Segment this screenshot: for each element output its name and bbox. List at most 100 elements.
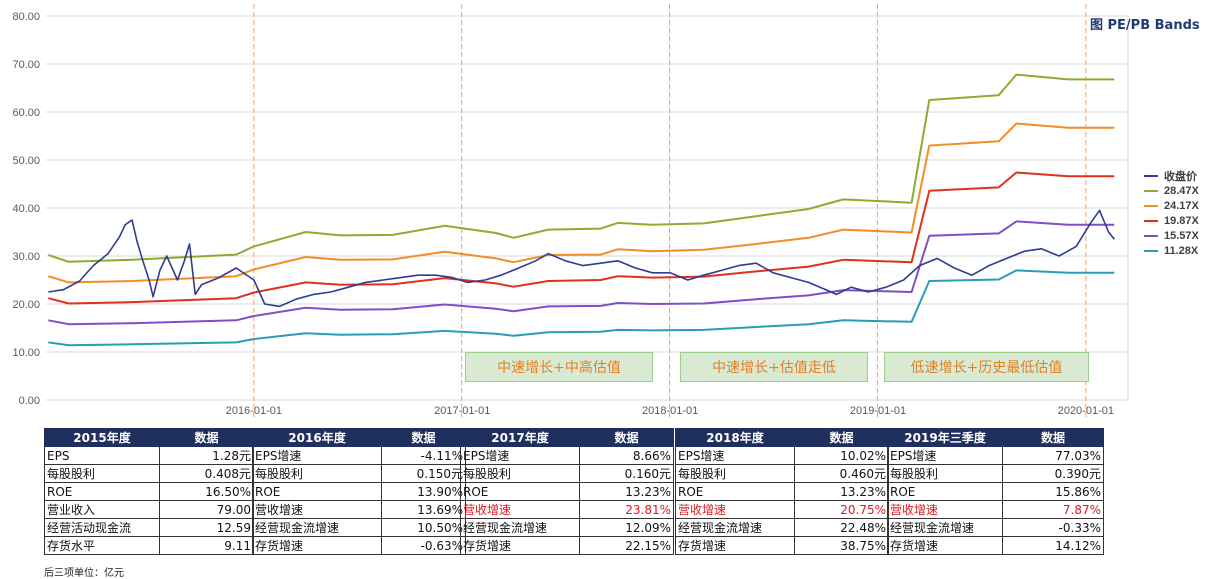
stats-table: 2017年度 数据 EPS增速 8.66% 每股股利 0.160元 ROE 13.23% 营收增…: [460, 428, 674, 555]
legend-label: 19.87X: [1164, 214, 1199, 227]
table-header-cell: 数据: [579, 428, 674, 447]
table-cell: 20.75%: [794, 500, 889, 519]
legend-label: 15.57X: [1164, 229, 1199, 242]
table-cell: 存货水平: [44, 536, 160, 555]
legend-item: 15.57X: [1144, 228, 1199, 243]
stats-table: 2015年度 数据 EPS 1.28元 每股股利 0.408元 ROE 16.50% 营业收入 7…: [44, 428, 254, 555]
table-cell: EPS增速: [887, 446, 1003, 465]
table-cell: 12.59: [159, 518, 254, 537]
table-row: 经营现金流增速 22.48%: [675, 518, 889, 537]
y-tick-label: 60.00: [12, 107, 40, 119]
table-header-cell: 数据: [159, 428, 254, 447]
y-tick-label: 30.00: [12, 251, 40, 263]
legend-label: 收盘价: [1164, 170, 1197, 183]
table-row: 经营现金流增速 12.09%: [460, 518, 674, 537]
series-lines: [47, 73, 1115, 347]
series-line: [47, 73, 1115, 263]
x-tick-label: 2016-01-01: [226, 405, 282, 417]
chart-legend: 收盘价 28.47X 24.17X 19.87X 15.57X 11.28X: [1144, 168, 1199, 258]
table-row: EPS增速 8.66%: [460, 446, 674, 465]
series-line: [48, 171, 1115, 305]
x-tick-label: 2020-01-01: [1058, 405, 1114, 417]
table-cell: ROE: [252, 482, 382, 501]
legend-swatch: [1144, 234, 1158, 237]
table-cell: -4.11%: [381, 446, 466, 465]
table-cell: 每股股利: [675, 464, 795, 483]
table-cell: 经营现金流增速: [252, 518, 382, 537]
stats-table: 2018年度 数据 EPS增速 10.02% 每股股利 0.460元 ROE 13.23% 营收…: [675, 428, 889, 555]
legend-swatch: [1144, 204, 1158, 207]
legend-swatch: [1144, 249, 1158, 252]
legend-item: 28.47X: [1144, 183, 1199, 198]
table-cell: 存货增速: [887, 536, 1003, 555]
y-axis-ticks: 0.00 10.00 20.00 30.00 40.00 50.00 60.00 70.00 8…: [12, 11, 40, 407]
table-cell: 22.15%: [579, 536, 674, 555]
phase-annotation-3: 低速增长+历史最低估值: [884, 352, 1089, 382]
table-row: 经营现金流增速 -0.33%: [887, 518, 1104, 537]
table-row: 每股股利 0.150元: [252, 464, 466, 483]
x-tick-label: 2019-01-01: [850, 405, 906, 417]
table-cell: 每股股利: [460, 464, 580, 483]
table-cell: 13.69%: [381, 500, 466, 519]
table-row: 每股股利 0.460元: [675, 464, 889, 483]
legend-item: 收盘价: [1144, 168, 1199, 183]
table-cell: 营收增速: [460, 500, 580, 519]
table-row: 存货增速 38.75%: [675, 536, 889, 555]
table-cell: 0.390元: [1002, 464, 1104, 483]
table-row: EPS增速 -4.11%: [252, 446, 466, 465]
table-cell: 7.87%: [1002, 500, 1104, 519]
table-cell: 营收增速: [252, 500, 382, 519]
table-row: ROE 13.23%: [460, 482, 674, 501]
table-cell: EPS: [44, 446, 160, 465]
y-tick-label: 40.00: [12, 203, 40, 215]
y-tick-label: 20.00: [12, 299, 40, 311]
table-cell: ROE: [675, 482, 795, 501]
table-header-cell: 2017年度: [460, 428, 580, 447]
table-cell: 14.12%: [1002, 536, 1104, 555]
table-cell: 营收增速: [887, 500, 1003, 519]
x-tick-label: 2017-01-01: [434, 405, 490, 417]
table-row: 营收增速 13.69%: [252, 500, 466, 519]
table-cell: 经营活动现金流: [44, 518, 160, 537]
table-cell: 77.03%: [1002, 446, 1104, 465]
table-cell: EPS增速: [675, 446, 795, 465]
table-cell: 0.408元: [159, 464, 254, 483]
legend-item: 24.17X: [1144, 198, 1199, 213]
table-cell: 每股股利: [252, 464, 382, 483]
legend-swatch: [1144, 219, 1158, 222]
legend-item: 19.87X: [1144, 213, 1199, 228]
table-cell: 15.86%: [1002, 482, 1104, 501]
series-line: [48, 122, 1115, 284]
table-row: 营业收入 79.00: [44, 500, 254, 519]
table-cell: 10.02%: [794, 446, 889, 465]
phase-annotation-2: 中速增长+估值走低: [680, 352, 868, 382]
table-header-cell: 2015年度: [44, 428, 160, 447]
legend-label: 11.28X: [1164, 244, 1199, 257]
table-row: ROE 16.50%: [44, 482, 254, 501]
table-cell: 12.09%: [579, 518, 674, 537]
table-cell: 每股股利: [887, 464, 1003, 483]
table-cell: 1.28元: [159, 446, 254, 465]
table-row: 每股股利 0.160元: [460, 464, 674, 483]
table-row: ROE 13.90%: [252, 482, 466, 501]
table-row: 每股股利 0.390元: [887, 464, 1104, 483]
table-cell: 13.23%: [794, 482, 889, 501]
unit-footnote: 后三项单位：亿元: [44, 568, 124, 579]
stats-table: 2019年三季度 数据 EPS增速 77.03% 每股股利 0.390元 ROE 15.86%…: [887, 428, 1104, 555]
table-cell: 0.150元: [381, 464, 466, 483]
table-cell: 营业收入: [44, 500, 160, 519]
table-row: EPS增速 77.03%: [887, 446, 1104, 465]
table-row: 存货增速 14.12%: [887, 536, 1104, 555]
y-tick-label: 50.00: [12, 155, 40, 167]
legend-swatch: [1144, 174, 1158, 177]
y-tick-label: 10.00: [12, 347, 40, 359]
table-row: 存货增速 -0.63%: [252, 536, 466, 555]
table-cell: -0.63%: [381, 536, 466, 555]
table-cell: 10.50%: [381, 518, 466, 537]
table-row: 营收增速 20.75%: [675, 500, 889, 519]
series-line: [48, 220, 1115, 326]
x-axis-ticks: 2016-01-01 2017-01-01 2018-01-01 2019-01-01…: [226, 405, 1114, 417]
table-cell: ROE: [460, 482, 580, 501]
table-row: ROE 15.86%: [887, 482, 1104, 501]
table-cell: 经营现金流增速: [675, 518, 795, 537]
